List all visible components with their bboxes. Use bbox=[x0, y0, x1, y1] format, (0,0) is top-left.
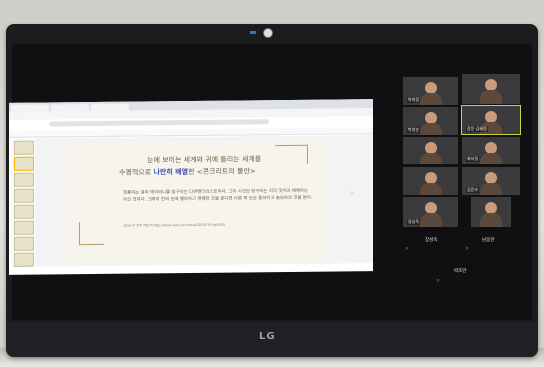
participant-body bbox=[480, 90, 502, 104]
participant-name: 장윤 김혜정 bbox=[466, 126, 488, 132]
participant-body bbox=[419, 213, 442, 227]
slide-thumbnail[interactable] bbox=[14, 252, 34, 267]
slide-thumbnail[interactable] bbox=[14, 236, 34, 251]
slide-thumbnail[interactable] bbox=[14, 172, 34, 187]
participant-label: 박조란 bbox=[454, 269, 467, 274]
participant-video[interactable] bbox=[470, 196, 512, 228]
participant-label: 남응란 bbox=[482, 238, 495, 243]
slide-title-text: 수평적으로 bbox=[119, 168, 154, 177]
slide-title-line-2: 수평적으로 나란히 배열한 <콘크리트의 불안> bbox=[119, 165, 359, 178]
slide-title-line-1: 눈에 보이는 세계와 귀에 들리는 세계를 bbox=[147, 155, 262, 165]
participant-video[interactable] bbox=[402, 166, 459, 196]
brand-logo: LG bbox=[259, 331, 276, 342]
slide-decoration bbox=[79, 221, 104, 246]
slide-thumbnail[interactable] bbox=[14, 220, 34, 235]
participant-body bbox=[419, 123, 442, 135]
webcam-indicator bbox=[250, 31, 256, 34]
participant-body bbox=[480, 213, 502, 227]
participant-video[interactable]: 박희정 bbox=[402, 76, 459, 106]
mouse-cursor-icon: ➤ bbox=[349, 189, 356, 198]
webcam bbox=[263, 28, 273, 38]
muted-mic-icon: ✕ bbox=[436, 278, 441, 284]
muted-mic-icon: ✕ bbox=[405, 246, 410, 252]
slide-body-text: 정용미는 설마 테이러니를 탐구하는 다큐멘터리스트이다. 그의 시선은 탐구하… bbox=[123, 188, 313, 203]
muted-mic-icon: ✕ bbox=[465, 246, 470, 252]
participant-label: 장성옥 bbox=[425, 238, 438, 243]
participant-body bbox=[419, 183, 442, 195]
participant-video[interactable]: 박영순 bbox=[402, 106, 459, 136]
slide-thumbnail[interactable] bbox=[14, 140, 34, 155]
participant-name: 장성옥 bbox=[407, 219, 421, 225]
participant-body bbox=[419, 93, 442, 105]
slides-window[interactable]: 눈에 보이는 세계와 귀에 들리는 세계를 수평적으로 나란히 배열한 <콘크리… bbox=[9, 99, 373, 275]
participant-video[interactable]: 회서정 bbox=[461, 136, 521, 165]
participant-name: 박영순 bbox=[407, 127, 421, 133]
participant-video-active[interactable]: 장윤 김혜정 bbox=[461, 105, 521, 135]
participant-body bbox=[480, 183, 502, 195]
url-field[interactable] bbox=[49, 119, 269, 127]
slide-title-text: 한 <콘크리트의 불안> bbox=[188, 167, 256, 177]
participant-body bbox=[419, 153, 442, 164]
participant-name: 박희정 bbox=[407, 97, 421, 103]
participant-name: 김윤조 bbox=[466, 187, 480, 193]
slide-thumbnail[interactable] bbox=[14, 156, 34, 171]
slide-thumbnail[interactable] bbox=[14, 188, 34, 203]
participant-video[interactable] bbox=[461, 73, 521, 105]
slide-title-emphasis: 나란히 배열 bbox=[153, 168, 189, 177]
slide-thumbnail[interactable] bbox=[14, 204, 34, 219]
current-slide[interactable]: 눈에 보이는 세계와 귀에 들리는 세계를 수평적으로 나란히 배열한 <콘크리… bbox=[65, 139, 327, 265]
participant-video[interactable]: 김윤조 bbox=[461, 166, 521, 196]
participant-video[interactable] bbox=[402, 136, 459, 165]
slide-source-link[interactable]: 2016 문 정희 희망 하 http://www.www.3d.net/sb/… bbox=[123, 222, 225, 228]
participant-body bbox=[480, 153, 502, 164]
participant-video[interactable]: 장성옥 bbox=[402, 196, 459, 228]
participant-name: 회서정 bbox=[466, 156, 480, 162]
slide-filmstrip[interactable] bbox=[11, 138, 34, 267]
